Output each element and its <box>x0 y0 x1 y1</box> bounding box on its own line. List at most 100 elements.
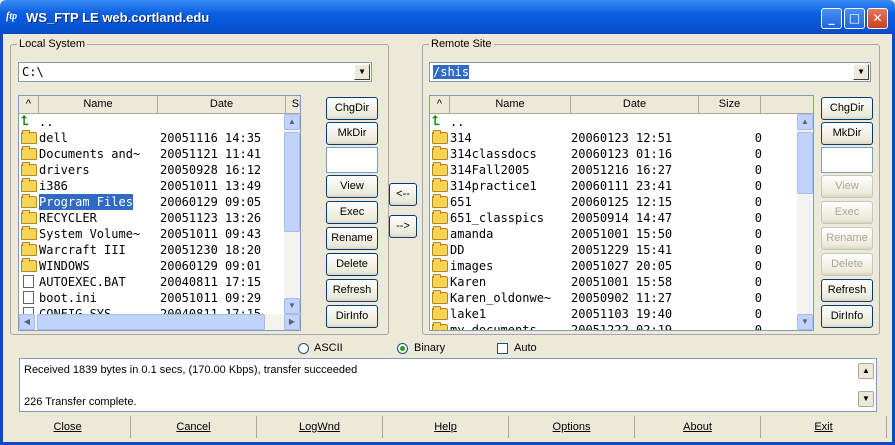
local-mkdir-button[interactable]: MkDir <box>326 122 378 145</box>
scroll-down-icon[interactable]: ▼ <box>797 314 813 330</box>
list-item[interactable]: 651 20060125 12:15 0 <box>430 194 797 210</box>
local-path-combo[interactable]: C:\ ▼ <box>18 62 372 82</box>
remote-command-field[interactable] <box>821 147 873 173</box>
exit-button[interactable]: Exit <box>761 416 887 438</box>
list-item[interactable]: RECYCLER 20051123 13:26 <box>19 210 284 226</box>
local-view-button[interactable]: View <box>326 175 378 198</box>
options-button[interactable]: Options <box>509 416 635 438</box>
remote-sort-header[interactable]: ^ <box>430 96 450 114</box>
list-item[interactable]: ⮤.. <box>19 114 284 130</box>
list-item[interactable]: i386 20051011 13:49 <box>19 178 284 194</box>
minimize-button[interactable]: _ <box>821 8 842 29</box>
list-item[interactable]: DD 20051229 15:41 0 <box>430 242 797 258</box>
list-item[interactable]: amanda 20051001 15:50 0 <box>430 226 797 242</box>
local-chgdir-button[interactable]: ChgDir <box>326 97 378 120</box>
remote-extra-header <box>761 96 813 114</box>
local-horizontal-scrollbar[interactable]: ◀ ▶ <box>19 314 300 330</box>
list-item[interactable]: my_documents 20051222 02:19 0 <box>430 322 797 330</box>
remote-rename-button[interactable]: Rename <box>821 227 873 250</box>
local-file-list[interactable]: ^ Name Date Size ⮤..dell20051116 14:35Do… <box>18 95 301 331</box>
file-size: 0 <box>754 259 762 273</box>
remote-refresh-button[interactable]: Refresh <box>821 279 873 302</box>
local-delete-button[interactable]: Delete <box>326 253 378 276</box>
close-button[interactable]: Close <box>5 416 131 438</box>
list-item[interactable]: Karen_oldonwe~ 20050902 11:27 0 <box>430 290 797 306</box>
about-button[interactable]: About <box>635 416 761 438</box>
folder-icon <box>432 146 448 160</box>
list-item[interactable]: drivers 20050928 16:12 <box>19 162 284 178</box>
list-item[interactable]: Karen 20051001 15:58 0 <box>430 274 797 290</box>
local-hscroll-thumb[interactable] <box>37 314 265 330</box>
local-sort-header[interactable]: ^ <box>19 96 39 114</box>
local-name-header[interactable]: Name <box>39 96 158 114</box>
scroll-down-icon[interactable]: ▼ <box>284 298 300 314</box>
remote-dirinfo-button[interactable]: DirInfo <box>821 305 873 328</box>
list-item[interactable]: dell 20051116 14:35 <box>19 130 284 146</box>
file-date: 20060129 09:05 <box>160 195 262 209</box>
local-command-field[interactable] <box>326 147 378 173</box>
scroll-up-icon[interactable]: ▲ <box>797 114 813 130</box>
scroll-down-icon[interactable]: ▼ <box>858 391 874 407</box>
remote-mkdir-button[interactable]: MkDir <box>821 122 873 145</box>
list-item[interactable]: AUTOEXEC.BAT 20040811 17:15 <box>19 274 284 290</box>
chevron-down-icon[interactable]: ▼ <box>354 64 370 80</box>
maximize-button[interactable]: □ <box>844 8 865 29</box>
list-item[interactable]: Warcraft III 20051230 18:20 <box>19 242 284 258</box>
remote-view-button[interactable]: View <box>821 175 873 198</box>
cancel-button[interactable]: Cancel <box>131 416 257 438</box>
list-item[interactable]: ⮤.. <box>430 114 797 130</box>
local-date-header[interactable]: Date <box>158 96 286 114</box>
remote-name-header[interactable]: Name <box>450 96 571 114</box>
help-button[interactable]: Help <box>383 416 509 438</box>
local-size-header[interactable]: Size <box>286 96 300 114</box>
local-refresh-button[interactable]: Refresh <box>326 279 378 302</box>
ascii-radio[interactable] <box>298 343 309 354</box>
file-date: 20040811 17:15 <box>160 275 262 289</box>
auto-checkbox[interactable] <box>497 343 508 354</box>
local-vertical-scrollbar[interactable]: ▲ ▼ <box>284 114 300 314</box>
remote-vertical-scrollbar[interactable]: ▲ ▼ <box>797 114 813 330</box>
local-rename-button[interactable]: Rename <box>326 227 378 250</box>
file-date: 20060123 12:51 <box>571 131 673 145</box>
list-item[interactable]: 314classdocs 20060123 01:16 0 <box>430 146 797 162</box>
download-button[interactable]: <-- <box>389 183 417 206</box>
list-item[interactable]: Documents and~ 20051121 11:41 <box>19 146 284 162</box>
list-item[interactable]: Program Files 20060129 09:05 <box>19 194 284 210</box>
chevron-down-icon[interactable]: ▼ <box>853 64 869 80</box>
list-item[interactable]: 651_classpics 20050914 14:47 0 <box>430 210 797 226</box>
title-bar[interactable]: ftp WS_FTP LE web.cortland.edu _ □ ✕ <box>0 0 895 34</box>
scroll-up-icon[interactable]: ▲ <box>858 363 874 379</box>
folder-icon <box>432 194 448 208</box>
local-vscroll-thumb[interactable] <box>284 132 300 232</box>
list-item[interactable]: 314Fall2005 20051216 16:27 0 <box>430 162 797 178</box>
remote-vscroll-thumb[interactable] <box>797 132 813 194</box>
list-item[interactable]: 314practice1 20060111 23:41 0 <box>430 178 797 194</box>
log-window[interactable]: Received 1839 bytes in 0.1 secs, (170.00… <box>19 358 877 412</box>
local-dirinfo-button[interactable]: DirInfo <box>326 305 378 328</box>
scroll-left-icon[interactable]: ◀ <box>19 314 35 330</box>
scroll-right-icon[interactable]: ▶ <box>284 314 300 330</box>
remote-path-combo[interactable]: /shis ▼ <box>429 62 871 82</box>
remote-file-list[interactable]: ^ Name Date Size ⮤.. 314 20060123 12:51 0 31… <box>429 95 814 331</box>
list-item[interactable]: System Volume~ 20051011 09:43 <box>19 226 284 242</box>
list-item[interactable]: WINDOWS 20060129 09:01 <box>19 258 284 274</box>
list-item[interactable]: lake1 20051103 19:40 0 <box>430 306 797 322</box>
remote-exec-button[interactable]: Exec <box>821 201 873 224</box>
scroll-up-icon[interactable]: ▲ <box>284 114 300 130</box>
binary-radio[interactable] <box>397 343 408 354</box>
list-item[interactable]: images 20051027 20:05 0 <box>430 258 797 274</box>
folder-icon <box>432 162 448 176</box>
remote-size-header[interactable]: Size <box>699 96 761 114</box>
logwnd-button[interactable]: LogWnd <box>257 416 383 438</box>
local-exec-button[interactable]: Exec <box>326 201 378 224</box>
folder-icon <box>432 210 448 224</box>
file-name: 314practice1 <box>450 179 537 193</box>
list-item[interactable]: 314 20060123 12:51 0 <box>430 130 797 146</box>
list-item[interactable]: boot.ini 20051011 09:29 <box>19 290 284 306</box>
folder-icon <box>432 306 448 320</box>
remote-delete-button[interactable]: Delete <box>821 253 873 276</box>
remote-chgdir-button[interactable]: ChgDir <box>821 97 873 120</box>
remote-date-header[interactable]: Date <box>571 96 699 114</box>
close-window-button[interactable]: ✕ <box>867 8 888 29</box>
upload-button[interactable]: --> <box>389 215 417 238</box>
